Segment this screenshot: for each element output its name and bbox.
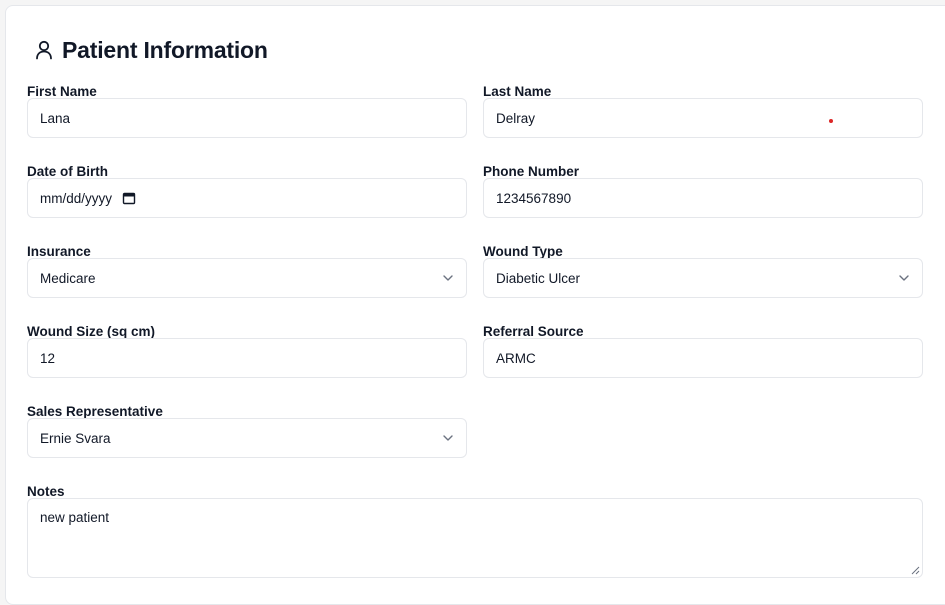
- wound-type-value: Diabetic Ulcer: [496, 270, 581, 286]
- date-of-birth-placeholder: mm/dd/yyyy: [40, 190, 113, 206]
- phone-number-input[interactable]: 1234567890: [483, 178, 923, 218]
- chevron-down-icon: [443, 435, 453, 441]
- sales-rep-value: Ernie Svara: [40, 430, 111, 446]
- first-name-label: First Name: [27, 84, 97, 99]
- page-title: Patient Information: [62, 36, 268, 63]
- insurance-label: Insurance: [27, 244, 91, 259]
- red-indicator-dot: [829, 119, 833, 123]
- first-name-value: Lana: [40, 110, 71, 126]
- phone-number-label: Phone Number: [483, 164, 580, 179]
- first-name-input[interactable]: Lana: [27, 98, 467, 138]
- card-header: Patient Information: [35, 36, 268, 64]
- last-name-value: Delray: [496, 110, 536, 126]
- calendar-icon[interactable]: [122, 191, 136, 205]
- referral-source-label: Referral Source: [483, 324, 584, 339]
- chevron-down-icon: [443, 275, 453, 281]
- notes-textarea[interactable]: new patient: [27, 498, 923, 578]
- wound-type-select[interactable]: Diabetic Ulcer: [483, 258, 923, 298]
- wound-type-label: Wound Type: [483, 244, 563, 259]
- wound-size-value: 12: [40, 350, 56, 366]
- last-name-input[interactable]: Delray: [483, 98, 923, 138]
- wound-size-label: Wound Size (sq cm): [27, 324, 156, 339]
- insurance-select[interactable]: Medicare: [27, 258, 467, 298]
- chevron-down-icon: [899, 275, 909, 281]
- sales-rep-label: Sales Representative: [27, 404, 163, 419]
- phone-number-value: 1234567890: [496, 190, 572, 206]
- patient-information-card: Patient Information First Name Lana Last…: [5, 5, 945, 605]
- notes-value: new patient: [40, 510, 110, 525]
- sales-rep-select[interactable]: Ernie Svara: [27, 418, 467, 458]
- referral-source-input[interactable]: ARMC: [483, 338, 923, 378]
- wound-size-input[interactable]: 12: [27, 338, 467, 378]
- resize-handle-icon[interactable]: [910, 565, 920, 575]
- last-name-label: Last Name: [483, 84, 552, 99]
- notes-label: Notes: [27, 484, 65, 499]
- referral-source-value: ARMC: [496, 350, 536, 366]
- date-of-birth-input[interactable]: mm/dd/yyyy: [27, 178, 467, 218]
- date-of-birth-label: Date of Birth: [27, 164, 108, 179]
- user-icon: [36, 40, 52, 60]
- insurance-value: Medicare: [40, 270, 96, 286]
